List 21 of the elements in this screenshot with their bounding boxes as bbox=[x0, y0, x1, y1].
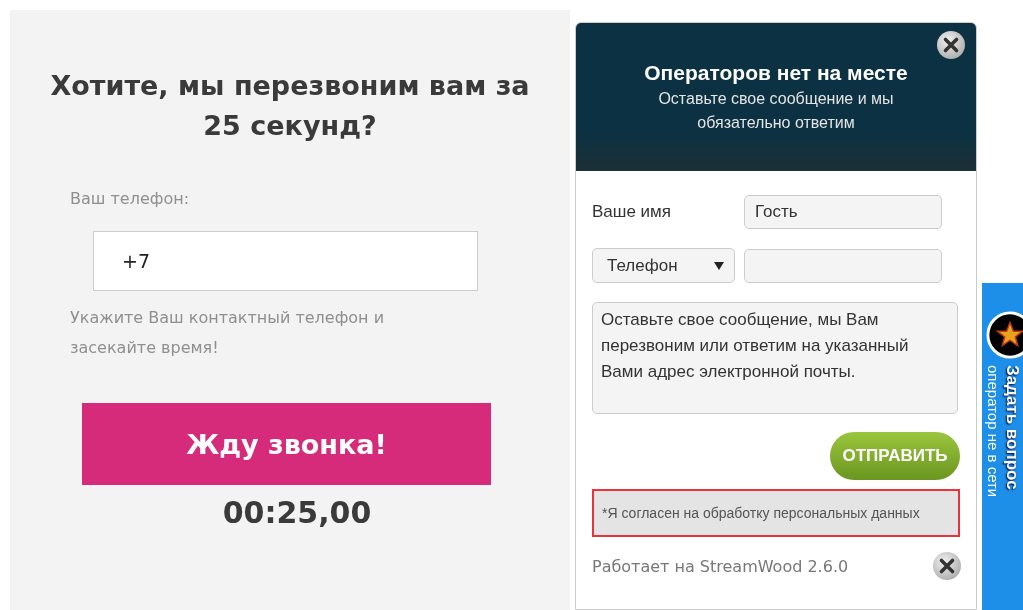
consent-notice: *Я согласен на обработку персональных данных bbox=[592, 489, 960, 537]
form-title: Хотите, мы перезвоним вам за 25 секунд? bbox=[49, 69, 531, 143]
contact-field[interactable] bbox=[744, 248, 942, 283]
phone-field[interactable]: +7 bbox=[93, 231, 478, 291]
name-label: Ваше имя bbox=[592, 202, 671, 222]
message-field[interactable]: Оставьте свое сообщение, мы Вам перезвоним или ответим на указанный Вами адрес электронной почты. bbox=[592, 302, 958, 414]
side-tab-title: Задать вопрос bbox=[1001, 365, 1022, 492]
caret-icon bbox=[714, 261, 724, 270]
star-icon bbox=[985, 311, 1023, 359]
timer: 00:25,00 bbox=[221, 495, 373, 530]
widget-title: Операторов нет на месте bbox=[644, 61, 908, 85]
side-tab-status: оператор не в сети bbox=[983, 365, 1002, 498]
close-icon[interactable] bbox=[932, 551, 962, 581]
name-field[interactable]: Гость bbox=[744, 195, 942, 229]
field-label: Ваш телефон: bbox=[70, 189, 190, 208]
contact-dropdown[interactable]: Телефон bbox=[592, 248, 735, 283]
close-icon[interactable] bbox=[936, 30, 966, 60]
powered-by-text: Работает на StreamWood 2.6.0 bbox=[592, 556, 849, 576]
widget-subtitle: Оставьте свое сообщение и мы обязательно ответим bbox=[657, 89, 895, 133]
hint-text: Укажите Ваш контактный телефон и засекайте время! bbox=[70, 307, 386, 359]
call-button[interactable]: Жду звонка! bbox=[82, 403, 491, 485]
